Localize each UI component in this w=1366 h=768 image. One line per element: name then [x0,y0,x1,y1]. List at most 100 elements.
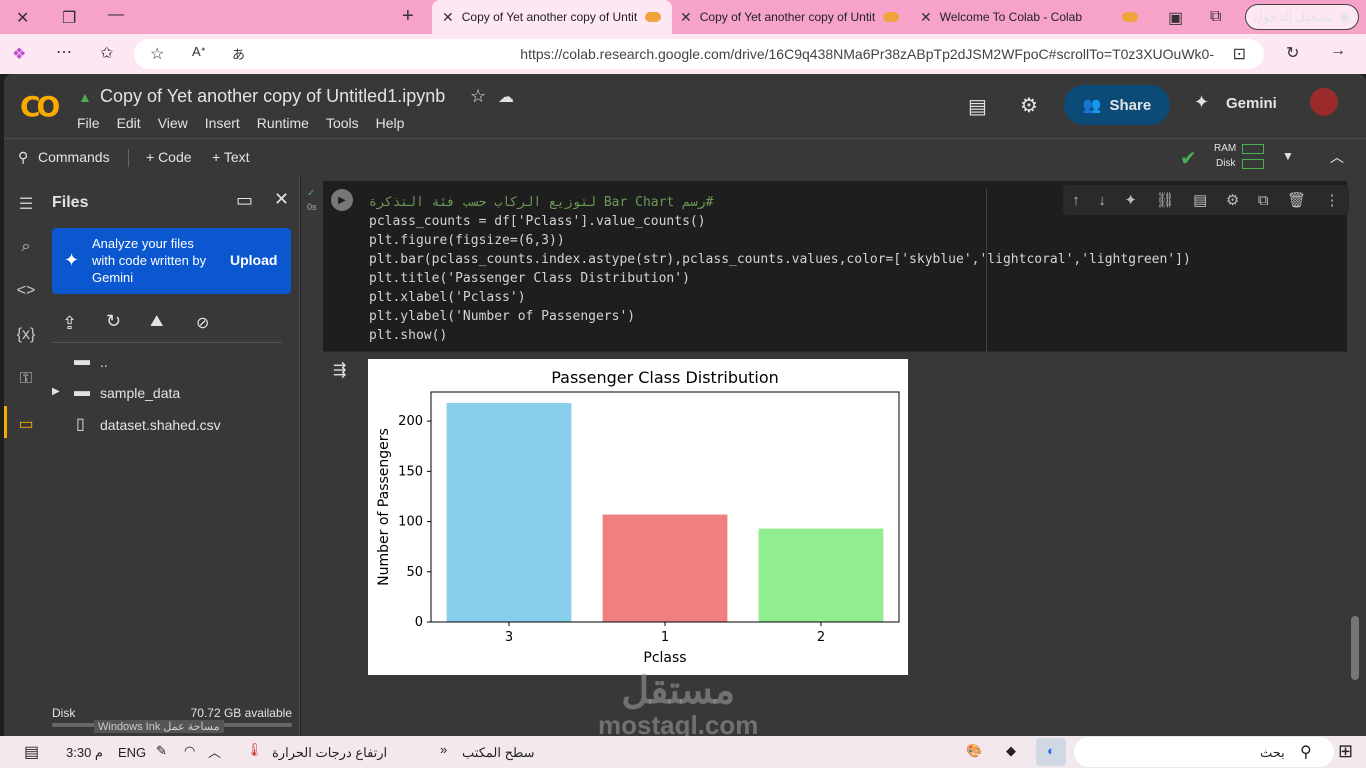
file-parent[interactable]: .. [100,354,108,370]
tab-active[interactable]: ✕ Copy of Yet another copy of Untit [432,0,672,34]
secrets-key-icon[interactable]: ⚿ [14,370,38,388]
code-cell[interactable]: ▶ #رسم Bar Chart لتوزيع الركاب حسب فئة ا… [323,181,1349,351]
code-snippets-icon[interactable]: <> [14,282,38,300]
tab-close-icon[interactable]: ✕ [442,9,454,26]
file-dataset[interactable]: dataset.shahed.csv [100,417,221,433]
menu-file[interactable]: File [77,115,100,131]
desktop-label[interactable]: سطح المكتب [462,745,535,761]
avatar[interactable] [1310,88,1338,116]
output-menu-icon[interactable]: ⇶ [333,360,346,380]
read-aloud-icon[interactable]: Aᐩ [192,44,206,60]
commands-button[interactable]: Commands [38,149,110,165]
share-button[interactable]: 👥 Share [1064,85,1170,125]
close-icon[interactable]: ✕ [274,189,289,210]
close-window-icon[interactable]: ✕ [16,8,29,28]
code-line: plt.bar(pclass_counts.index.astype(str),… [369,252,1191,267]
menu-help[interactable]: Help [376,115,405,131]
code-line: plt.figure(figsize=(6,3)) [369,233,565,248]
variables-icon[interactable]: {x} [14,326,38,344]
comment-icon[interactable]: ▤ [1193,191,1207,209]
run-cell-button[interactable]: ▶ [331,189,353,211]
cloud-icon[interactable]: ☁ [498,87,514,107]
expand-caret-icon[interactable]: ▶ [52,386,60,397]
wifi-icon[interactable]: ◠ [184,743,195,759]
open-tab-icon[interactable]: ▭ [236,190,253,211]
colab-logo[interactable]: CO [20,90,60,123]
settings-gear-icon[interactable]: ⚙ [1226,191,1239,209]
refresh-icon[interactable]: ↻ [106,311,121,332]
tab-close-icon[interactable]: ✕ [920,9,932,26]
runtime-dropdown-icon[interactable]: ▼ [1282,149,1294,163]
ram-meter[interactable] [1242,144,1264,154]
weather-text[interactable]: ارتفاع درجات الحرارة [272,745,387,761]
search-box[interactable] [1074,737,1334,767]
code-line: plt.title('Passenger Class Distribution'… [369,271,690,286]
more-icon[interactable]: ⋯ [56,42,72,62]
collapse-chevron-icon[interactable]: ︿ [1330,147,1344,167]
exec-check-icon: ✓ [307,188,316,199]
scrollbar-thumb[interactable] [1351,616,1359,680]
tray-chevron-icon[interactable]: ︿ [208,742,221,761]
lock-icon: ⊡ [1232,46,1246,63]
upload-link[interactable]: Upload [230,252,277,268]
minimize-icon[interactable]: — [108,6,124,24]
more-icon[interactable]: ⋮ [1325,191,1340,209]
url-field[interactable]: ☆ Aᐩ あ https://colab.research.google.com… [134,39,1264,69]
notebook-title[interactable]: Copy of Yet another copy of Untitled1.ip… [100,86,445,107]
refresh-icon[interactable]: ↻ [1286,43,1299,63]
pen-icon[interactable]: ✎ [156,743,167,759]
tab-2[interactable]: ✕ Copy of Yet another copy of Untit [680,0,910,34]
clock[interactable]: 3:30 م [66,745,103,761]
paint-app-icon[interactable]: 🎨 [966,743,982,759]
menu-edit[interactable]: Edit [117,115,141,131]
watermark: مستقل mostaql.com [598,672,758,742]
translate-icon[interactable]: あ [232,44,245,63]
star-icon[interactable]: ☆ [470,86,486,107]
menu-insert[interactable]: Insert [205,115,240,131]
cell-toolbar: ↑ ↓ ✦ ⛓ ▤ ⚙ ⧉ 🗑 ⋮ [1063,185,1349,215]
tab-close-icon[interactable]: ✕ [680,9,692,26]
comments-icon[interactable]: ▤ [968,94,987,119]
desktop-chevron-icon[interactable]: » [440,742,447,757]
menu-runtime[interactable]: Runtime [257,115,309,131]
app-icon[interactable]: ◆ [1006,743,1016,759]
toc-icon[interactable]: ☰ [14,194,38,214]
files-folder-icon[interactable]: ▭ [14,414,38,434]
find-icon[interactable]: ⌕ [14,238,38,256]
tab-actions-icon[interactable]: ▣ [1168,8,1183,28]
menu-view[interactable]: View [158,115,188,131]
tab-3[interactable]: ✕ Welcome To Colab - Colab [920,0,1145,34]
mirror-cell-icon[interactable]: ⧉ [1258,192,1269,209]
gemini-button[interactable]: Gemini [1226,95,1277,112]
code-editor[interactable]: #رسم Bar Chart لتوزيع الركاب حسب فئة الت… [369,193,1191,345]
menu-tools[interactable]: Tools [326,115,359,131]
language-indicator[interactable]: ENG [118,745,146,760]
mount-drive-icon[interactable]: ⛰ [150,313,163,331]
star-icon[interactable]: ☆ [150,44,164,64]
edge-icon[interactable]: ◐ [1036,738,1066,766]
add-code-button[interactable]: + Code [146,149,192,165]
settings-gear-icon[interactable]: ⚙ [1020,93,1038,118]
favorites-icon[interactable]: ✩ [100,43,113,63]
windows-taskbar: ▤ 3:30 م ENG ✎ ◠ ︿ 🌡 ارتفاع درجات الحرار… [0,736,1366,768]
connected-check-icon: ✔ [1180,148,1197,170]
new-tab-icon[interactable]: + [402,5,414,28]
folder-sample-data[interactable]: sample_data [100,385,180,401]
copilot-icon[interactable]: ❖ [12,44,26,64]
divider [128,149,129,167]
move-down-icon[interactable]: ↓ [1098,192,1106,209]
move-up-icon[interactable]: ↑ [1072,192,1080,209]
restore-icon[interactable]: ❐ [62,8,76,28]
disk-meter[interactable] [1242,159,1264,169]
link-icon[interactable]: ⛓ [1155,191,1174,209]
signin-button[interactable]: تسجيل الدخول ◉ [1245,4,1359,30]
add-text-button[interactable]: + Text [212,149,250,165]
windows-start-icon[interactable]: ⊞ [1338,741,1353,762]
upload-file-icon[interactable]: ⇪ [62,313,77,334]
forward-icon[interactable]: → [1330,42,1346,60]
workspaces-icon[interactable]: ⧉ [1210,8,1221,26]
notification-icon[interactable]: ▤ [24,742,39,762]
delete-icon[interactable]: 🗑 [1287,191,1306,209]
gemini-sparkle-icon[interactable]: ✦ [1124,191,1137,209]
hide-files-icon[interactable]: ⊘ [196,313,209,333]
